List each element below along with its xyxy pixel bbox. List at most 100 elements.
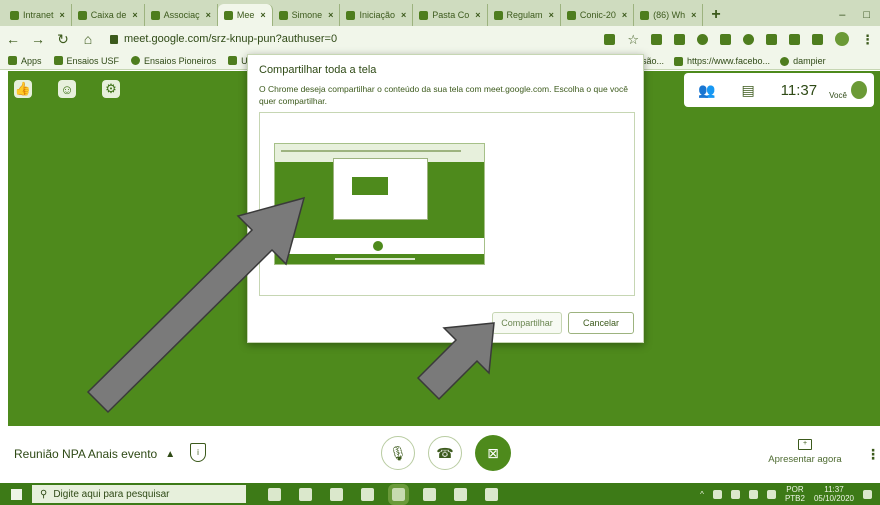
screen-thumbnail[interactable] <box>274 143 485 265</box>
taskbar-search[interactable]: ⚲ Digite aqui para pesquisar <box>32 485 246 503</box>
close-icon[interactable]: × <box>691 10 696 20</box>
people-icon[interactable]: 👥 <box>698 82 715 99</box>
tab-meet[interactable]: Mee × <box>217 4 273 26</box>
extension-icon[interactable] <box>697 33 708 45</box>
volume-icon[interactable] <box>766 489 776 499</box>
edge-icon[interactable] <box>299 487 312 501</box>
extension-icon[interactable] <box>720 33 731 45</box>
search-icon: ⚲ <box>40 488 48 500</box>
close-icon[interactable]: × <box>622 10 627 20</box>
word-icon[interactable] <box>423 487 436 501</box>
mic-icon: 🎙 <box>389 444 407 461</box>
extension-icon[interactable] <box>766 33 777 45</box>
cancel-button[interactable]: Cancelar <box>568 312 634 334</box>
self-avatar[interactable] <box>850 81 867 99</box>
gear-icon[interactable]: ⚙ <box>102 80 120 98</box>
tab-associacao[interactable]: Associaç × <box>145 4 218 26</box>
lock-icon <box>110 34 118 44</box>
minimize-icon[interactable]: – <box>839 9 845 21</box>
puzzle-icon[interactable] <box>812 33 823 45</box>
tab-pasta[interactable]: Pasta Co × <box>413 4 488 26</box>
self-label: Você <box>829 90 847 100</box>
windows-start-button[interactable] <box>0 483 32 505</box>
close-icon[interactable]: × <box>549 10 554 20</box>
mic-button[interactable]: 🎙 <box>381 436 415 470</box>
bookmark-facebook[interactable]: https://www.facebo... <box>674 56 770 66</box>
bookmark-ensaios-usf[interactable]: Ensaios USF <box>53 56 119 66</box>
thumbs-up-icon[interactable]: 👍 <box>14 80 32 98</box>
forward-arrow-icon[interactable]: → <box>31 32 45 46</box>
close-icon[interactable]: × <box>401 10 406 20</box>
chat-icon[interactable]: ▤ <box>741 82 754 99</box>
tab-regulamento[interactable]: Regulam × <box>488 4 561 26</box>
close-icon[interactable]: × <box>206 10 211 20</box>
favicon-icon <box>77 10 87 20</box>
new-tab-button[interactable]: + <box>703 4 728 26</box>
chrome-icon[interactable] <box>388 483 409 505</box>
taskbar-apps <box>268 483 498 505</box>
screen-preview-frame[interactable] <box>259 112 635 296</box>
thumbnail-dialog <box>333 158 428 220</box>
chevron-up-icon[interactable]: ^ <box>700 490 704 499</box>
bookmark-icon <box>53 56 63 65</box>
close-icon[interactable]: × <box>60 10 65 20</box>
present-now-button[interactable]: + Apresentar agora <box>768 439 842 465</box>
windows-taskbar: ⚲ Digite aqui para pesquisar ^ POR PTB2 … <box>0 483 880 505</box>
camera-icon[interactable] <box>604 33 616 45</box>
favicon-icon <box>419 10 429 20</box>
more-options-icon[interactable]: ⋮ <box>866 446 880 463</box>
system-tray: ^ POR PTB2 11:37 05/10/2020 <box>700 485 880 503</box>
chevron-up-icon[interactable]: ▲ <box>165 449 175 460</box>
bookmark-ensaios-pioneiros[interactable]: Ensaios Pioneiros <box>131 56 216 66</box>
tab-caixa[interactable]: Caixa de × <box>72 4 145 26</box>
bookmark-dampier[interactable]: dampier <box>780 56 826 66</box>
close-icon[interactable]: × <box>132 10 137 20</box>
home-icon[interactable]: ⌂ <box>81 32 95 46</box>
network-icon[interactable] <box>748 489 758 499</box>
task-view-icon[interactable] <box>268 487 281 501</box>
store-icon[interactable] <box>361 487 374 501</box>
bookmark-apps[interactable]: Apps <box>8 56 42 66</box>
tab-intranet[interactable]: Intranet × <box>4 4 72 26</box>
reload-icon[interactable]: ↻ <box>56 32 70 46</box>
tab-conic[interactable]: Conic-20 × <box>561 4 635 26</box>
tab-iniciacao[interactable]: Iniciação × <box>340 4 414 26</box>
bookmark-star-icon[interactable]: ☆ <box>627 33 639 46</box>
share-button[interactable]: Compartilhar <box>492 312 562 334</box>
emoji-icon[interactable]: ☺ <box>58 80 76 98</box>
taskbar-clock[interactable]: 11:37 05/10/2020 <box>814 485 854 503</box>
close-icon[interactable]: × <box>328 10 333 20</box>
meeting-title[interactable]: Reunião NPA Anais evento ▲ <box>14 447 175 461</box>
profile-avatar-icon[interactable] <box>835 32 849 46</box>
favicon-icon <box>493 10 503 20</box>
meeting-clock: 11:37 <box>780 81 818 99</box>
publisher-icon[interactable] <box>485 487 498 501</box>
tray-icon[interactable] <box>712 489 722 499</box>
explorer-icon[interactable] <box>330 487 343 501</box>
extension-icon[interactable] <box>651 33 662 45</box>
window-controls: – □ <box>839 4 880 26</box>
camera-off-icon: ⊠ <box>487 444 499 461</box>
tray-icon[interactable] <box>730 489 740 499</box>
favicon-icon <box>346 10 356 20</box>
back-arrow-icon[interactable]: ← <box>6 32 20 46</box>
bookmark-sao[interactable]: são... <box>642 56 664 66</box>
extension-icon[interactable] <box>743 33 754 45</box>
close-icon[interactable]: × <box>260 10 265 20</box>
close-icon[interactable]: × <box>475 10 480 20</box>
extension-icon[interactable] <box>789 33 800 45</box>
shield-icon[interactable]: i <box>190 443 206 462</box>
phone-icon: ☎ <box>436 444 454 461</box>
maximize-icon[interactable]: □ <box>863 9 870 21</box>
url-field[interactable]: meet.google.com/srz-knup-pun?authuser=0 <box>110 33 337 45</box>
hang-up-button[interactable]: ☎ <box>428 436 462 470</box>
keyboard-language[interactable]: POR PTB2 <box>785 485 805 503</box>
app-icon[interactable] <box>454 487 467 501</box>
camera-off-button[interactable]: ⊠ <box>475 435 511 471</box>
tab-whatsapp[interactable]: (86) Wh × <box>634 4 704 26</box>
notification-icon[interactable] <box>863 489 872 499</box>
extension-icon[interactable] <box>674 33 685 45</box>
menu-dots-icon[interactable]: ⋮ <box>861 33 874 46</box>
tab-simone[interactable]: Simone × <box>273 4 341 26</box>
present-icon: + <box>798 439 812 450</box>
